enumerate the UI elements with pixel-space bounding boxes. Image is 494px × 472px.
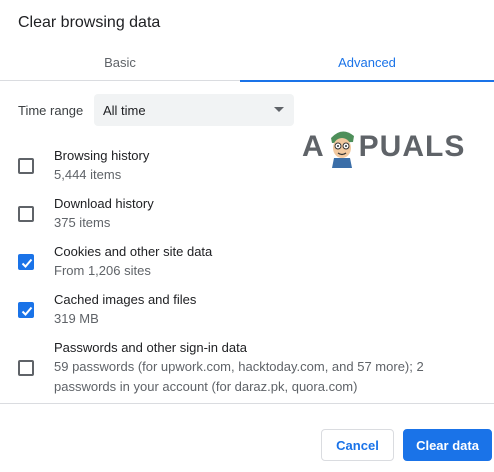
time-range-value: All time [103,102,146,118]
appuals-watermark: A PUALS [302,126,465,168]
option-description: 319 MB [54,311,99,326]
checkbox-download-history[interactable] [18,206,34,222]
option-title: Download history [54,196,154,211]
option-title: Browsing history [54,148,150,163]
advanced-panel: Time range All time A PUALS Browsing his… [0,82,494,404]
checkmark-icon [21,306,33,316]
checkbox-cookies[interactable] [18,254,34,270]
tab-basic[interactable]: Basic [0,44,240,81]
time-range-select[interactable]: All time [94,94,294,126]
checkmark-icon [21,258,33,268]
dialog-footer: Cancel Clear data [0,404,494,472]
option-description: 5,444 items [54,167,122,182]
option-title: Passwords and other sign-in data [54,340,247,355]
dialog-title: Clear browsing data [18,14,161,31]
watermark-text-left: A [302,130,325,163]
option-description: From 1,206 sites [54,263,151,278]
clear-data-button[interactable]: Clear data [403,429,492,461]
option-description: 375 items [54,215,111,230]
tab-bar: Basic Advanced [0,44,494,82]
clear-browsing-data-dialog: Clear browsing data Basic Advanced Time … [0,0,494,472]
chevron-down-icon [274,107,284,112]
option-title: Cached images and files [54,292,197,307]
time-range-label: Time range [18,102,84,118]
checkbox-browsing-history[interactable] [18,158,34,174]
checkbox-cached-images[interactable] [18,302,34,318]
time-range-row: Time range All time [18,94,294,126]
tab-advanced[interactable]: Advanced [240,44,494,82]
option-title: Cookies and other site data [54,244,213,259]
cancel-button[interactable]: Cancel [321,429,394,461]
checkbox-passwords[interactable] [18,360,34,376]
watermark-text-right: PUALS [358,130,466,163]
option-description: 59 passwords (for upwork.com, hacktoday.… [54,359,424,394]
mascot-logo-icon [330,131,354,168]
